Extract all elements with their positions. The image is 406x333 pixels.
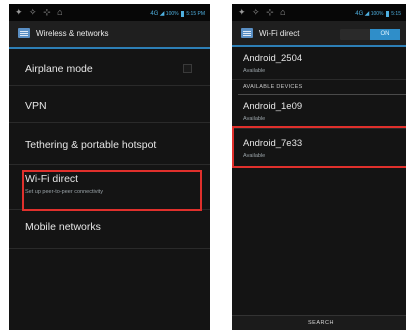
mobile-networks-item[interactable]: Mobile networks	[9, 210, 210, 249]
tethering-label: Tethering & portable hotspot	[25, 139, 157, 151]
wireless-networks-screen: ✦ ✧ ⊹ ⌂ 4G ◢ 100% 5:15 PM Wireless & net…	[9, 4, 210, 330]
tethering-item[interactable]: Tethering & portable hotspot	[9, 123, 210, 165]
clock-ampm: PM	[197, 11, 206, 17]
battery-percent: 100%	[165, 11, 179, 17]
action-bar: Wi-Fi direct ON	[232, 21, 406, 47]
device-status: Available	[243, 116, 266, 122]
action-bar: Wireless & networks	[9, 21, 210, 49]
search-button[interactable]: SEARCH	[308, 320, 334, 326]
battery-icon	[385, 10, 389, 17]
notification-icons: ✦ ✧ ⊹ ⌂	[15, 7, 65, 17]
vpn-label: VPN	[25, 100, 47, 112]
airplane-mode-label: Airplane mode	[25, 63, 93, 75]
device-status: Available	[243, 68, 266, 74]
wifi-direct-screen: ✦ ✧ ⊹ ⌂ 4G ◢ 100% 5:15 Wi-Fi direct ON A…	[232, 4, 406, 330]
clock: 5:15	[186, 11, 197, 17]
device-name: Android_2504	[243, 53, 303, 64]
wifi-direct-app-icon[interactable]	[241, 28, 253, 38]
search-bar[interactable]: SEARCH	[232, 315, 406, 330]
vpn-item[interactable]: VPN	[9, 86, 210, 123]
network-type: 4G	[355, 11, 364, 17]
page-title: Wireless & networks	[36, 29, 109, 38]
available-devices-header: AVAILABLE DEVICES	[243, 84, 303, 90]
clock: 5:15	[391, 11, 401, 17]
section-divider	[238, 94, 406, 95]
device-name: Android_1e09	[243, 101, 303, 112]
page-title: Wi-Fi direct	[259, 29, 300, 38]
airplane-mode-item[interactable]: Airplane mode	[9, 49, 210, 86]
signal-icon: ◢	[159, 11, 165, 17]
connected-device-item[interactable]: Android_2504 Available	[232, 47, 406, 80]
signal-icon: ◢	[364, 11, 370, 17]
highlight-box	[232, 126, 406, 168]
status-indicators: 4G ◢ 100% 5:15	[355, 10, 401, 17]
highlight-box	[22, 170, 202, 211]
battery-icon	[180, 10, 184, 17]
mobile-networks-label: Mobile networks	[25, 221, 101, 233]
status-indicators: 4G ◢ 100% 5:15 PM	[150, 10, 205, 17]
status-bar: ✦ ✧ ⊹ ⌂ 4G ◢ 100% 5:15	[232, 4, 406, 21]
notification-icons: ✦ ✧ ⊹ ⌂	[238, 7, 288, 17]
status-bar: ✦ ✧ ⊹ ⌂ 4G ◢ 100% 5:15 PM	[9, 4, 210, 21]
wifi-direct-toggle[interactable]: ON	[340, 29, 400, 40]
airplane-mode-checkbox[interactable]	[183, 64, 192, 73]
network-type: 4G	[150, 11, 159, 17]
settings-app-icon[interactable]	[18, 28, 30, 38]
battery-percent: 100%	[370, 11, 384, 17]
toggle-on-label: ON	[370, 29, 400, 40]
device-item-1e09[interactable]: Android_1e09 Available	[232, 96, 406, 129]
